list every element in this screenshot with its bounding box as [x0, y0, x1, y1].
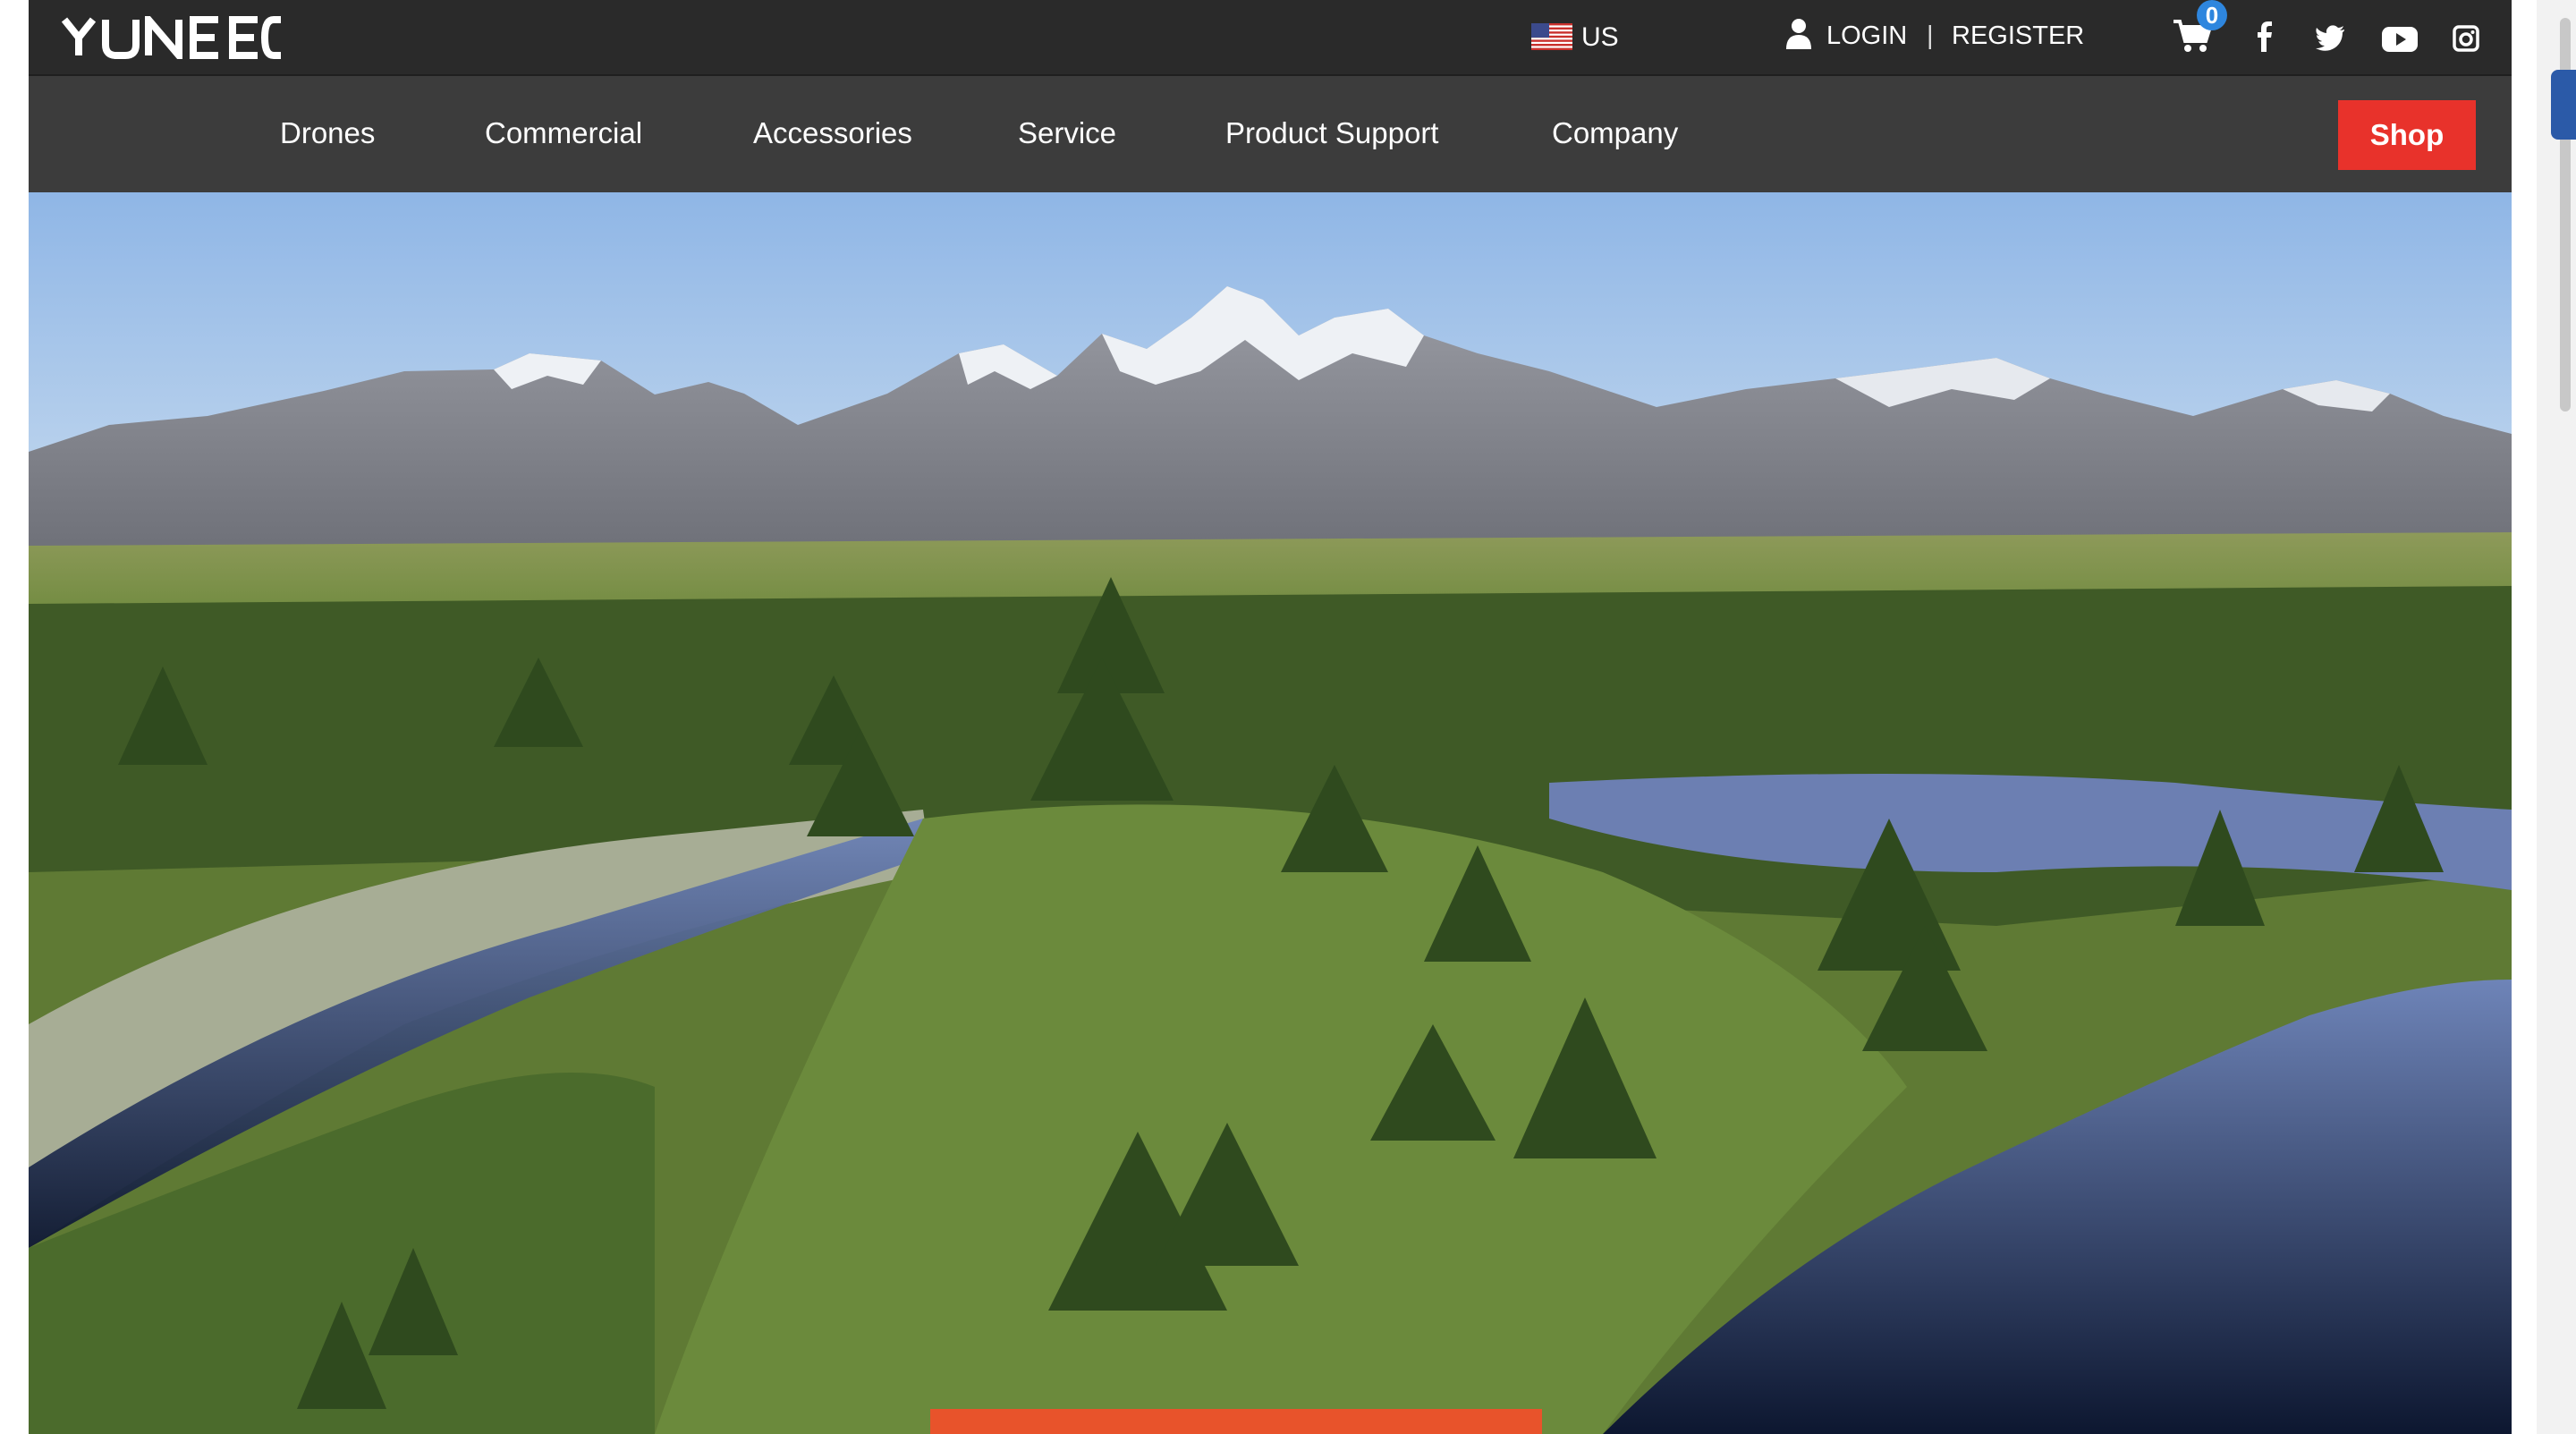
nav-product-support[interactable]: Product Support — [1225, 115, 1438, 151]
nav-accessories[interactable]: Accessories — [753, 115, 912, 151]
nav-drones[interactable]: Drones — [280, 115, 375, 151]
hero-landscape-image — [29, 192, 2512, 1434]
login-link[interactable]: LOGIN — [1826, 20, 1907, 52]
top-bar: US LOGIN | REGISTER 0 — [29, 0, 2512, 74]
region-label[interactable]: US — [1581, 21, 1619, 54]
main-nav: Drones Commercial Accessories Service Pr… — [29, 74, 2512, 192]
instagram-icon[interactable] — [2453, 20, 2479, 55]
facebook-icon[interactable] — [2254, 20, 2274, 55]
youtube-icon[interactable] — [2381, 20, 2419, 55]
shop-button[interactable]: Shop — [2338, 100, 2476, 170]
nav-service[interactable]: Service — [1018, 115, 1116, 151]
hero-cta-button[interactable] — [930, 1409, 1542, 1434]
side-widget-tab[interactable] — [2551, 70, 2576, 140]
cart-count-badge: 0 — [2197, 0, 2227, 30]
login-register-separator: | — [1927, 21, 1934, 50]
nav-commercial[interactable]: Commercial — [485, 115, 642, 151]
nav-company[interactable]: Company — [1552, 115, 1678, 151]
yuneec-logo[interactable] — [61, 16, 284, 59]
us-flag-icon[interactable] — [1531, 23, 1572, 50]
user-icon — [1785, 18, 1812, 50]
twitter-icon[interactable] — [2315, 20, 2347, 55]
page: US LOGIN | REGISTER 0 Drones Commercial … — [0, 0, 2576, 1434]
logo-mark — [61, 16, 281, 59]
register-link[interactable]: REGISTER — [1952, 20, 2084, 52]
